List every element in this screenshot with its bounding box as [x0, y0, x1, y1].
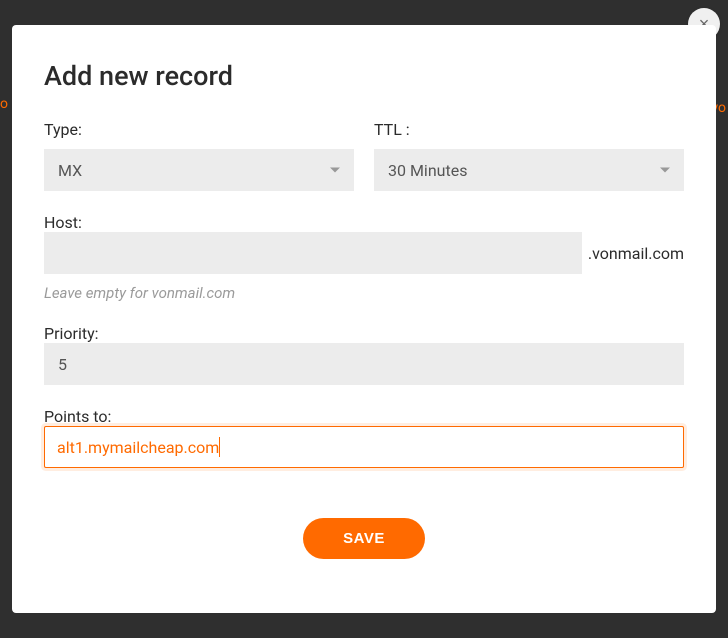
host-label: Host:	[44, 213, 82, 232]
host-input-row: .vonmail.com	[44, 232, 684, 274]
priority-input[interactable]	[44, 343, 684, 385]
backdrop-text-left: o	[0, 96, 8, 112]
ttl-select[interactable]: 30 Minutes	[374, 149, 684, 191]
type-select[interactable]: MX	[44, 149, 354, 191]
ttl-value: 30 Minutes	[388, 161, 467, 180]
type-value: MX	[58, 161, 82, 180]
type-ttl-row: Type: MX TTL : 30 Minutes	[44, 120, 684, 191]
host-hint: Leave empty for vonmail.com	[44, 284, 684, 302]
points-to-field: Points to: alt1.mymailcheap.com	[44, 407, 684, 468]
ttl-label: TTL :	[374, 120, 684, 139]
type-label: Type:	[44, 120, 354, 139]
host-input[interactable]	[44, 232, 582, 274]
host-field: Host: .vonmail.com Leave empty for vonma…	[44, 213, 684, 302]
modal-title: Add new record	[44, 60, 684, 92]
points-to-input[interactable]: alt1.mymailcheap.com	[44, 426, 684, 468]
ttl-field: TTL : 30 Minutes	[374, 120, 684, 191]
type-field: Type: MX	[44, 120, 354, 191]
add-record-modal: Add new record Type: MX TTL : 30 Minutes…	[12, 25, 716, 613]
save-row: SAVE	[44, 518, 684, 559]
priority-field: Priority:	[44, 324, 684, 385]
priority-label: Priority:	[44, 324, 99, 343]
points-to-value: alt1.mymailcheap.com	[57, 438, 219, 457]
points-to-label: Points to:	[44, 407, 111, 426]
chevron-down-icon	[330, 168, 340, 173]
host-suffix: .vonmail.com	[588, 244, 684, 263]
save-button[interactable]: SAVE	[303, 518, 425, 559]
chevron-down-icon	[660, 168, 670, 173]
text-cursor-icon	[219, 437, 220, 457]
